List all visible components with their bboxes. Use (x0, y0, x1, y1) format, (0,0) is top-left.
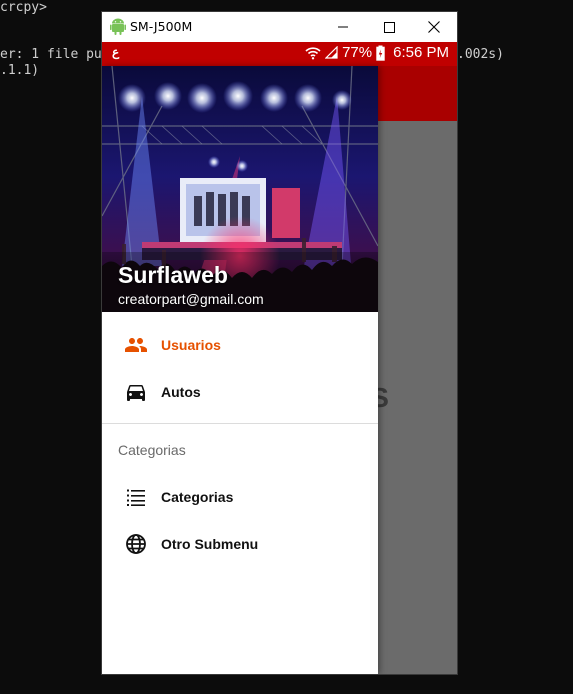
terminal-line: er: 1 file pu (0, 47, 102, 62)
user-name: Surflaweb (118, 262, 228, 288)
battery-percent: 77% (342, 44, 373, 61)
globe-icon (126, 534, 146, 554)
close-button[interactable] (411, 12, 457, 42)
drawer-item-label: Usuarios (161, 337, 221, 353)
list-icon (127, 489, 145, 506)
drawer-section-title: Categorias (118, 442, 186, 458)
drawer-header: Surflaweb creatorpart@gmail.com (102, 66, 378, 312)
drawer-item-usuarios[interactable]: Usuarios (102, 322, 378, 369)
device-window: SM-J500M ع 77% 6:56 PM Surflaweb creator… (102, 12, 457, 674)
window-title: SM-J500M (130, 19, 193, 34)
car-icon (127, 385, 145, 401)
drawer-item-label: Autos (161, 384, 201, 400)
drawer-item-label: Otro Submenu (161, 536, 259, 552)
drawer-divider (102, 423, 378, 424)
status-bar: ع 77% 6:56 PM (102, 42, 457, 66)
close-icon (428, 21, 440, 33)
maximize-icon (383, 21, 395, 33)
device-screen: ع 77% 6:56 PM Surflaweb creatorpart@gmai… (102, 42, 457, 674)
clock-time: 6:56 PM (393, 44, 449, 61)
maximize-button[interactable] (366, 12, 412, 42)
people-icon (125, 338, 147, 352)
user-email: creatorpart@gmail.com (118, 291, 264, 307)
terminal-line: .002s) (457, 47, 504, 62)
drawer-item-categorias[interactable]: Categorias (102, 474, 378, 521)
window-titlebar[interactable]: SM-J500M (102, 12, 457, 42)
signal-icon (325, 46, 338, 59)
drawer-item-autos[interactable]: Autos (102, 369, 378, 416)
minimize-button[interactable] (320, 12, 366, 42)
terminal-line: .1.1) (0, 63, 40, 78)
navigation-drawer: Surflaweb creatorpart@gmail.com Usuarios… (102, 66, 378, 674)
battery-icon (376, 45, 385, 61)
drawer-item-otro-submenu[interactable]: Otro Submenu (102, 521, 378, 568)
minimize-icon (338, 26, 348, 28)
wifi-icon (305, 46, 321, 59)
drawer-item-label: Categorias (161, 489, 234, 505)
terminal-line: crcpy> (0, 0, 47, 15)
android-icon (110, 18, 126, 35)
notification-glyph: ع (112, 45, 120, 59)
